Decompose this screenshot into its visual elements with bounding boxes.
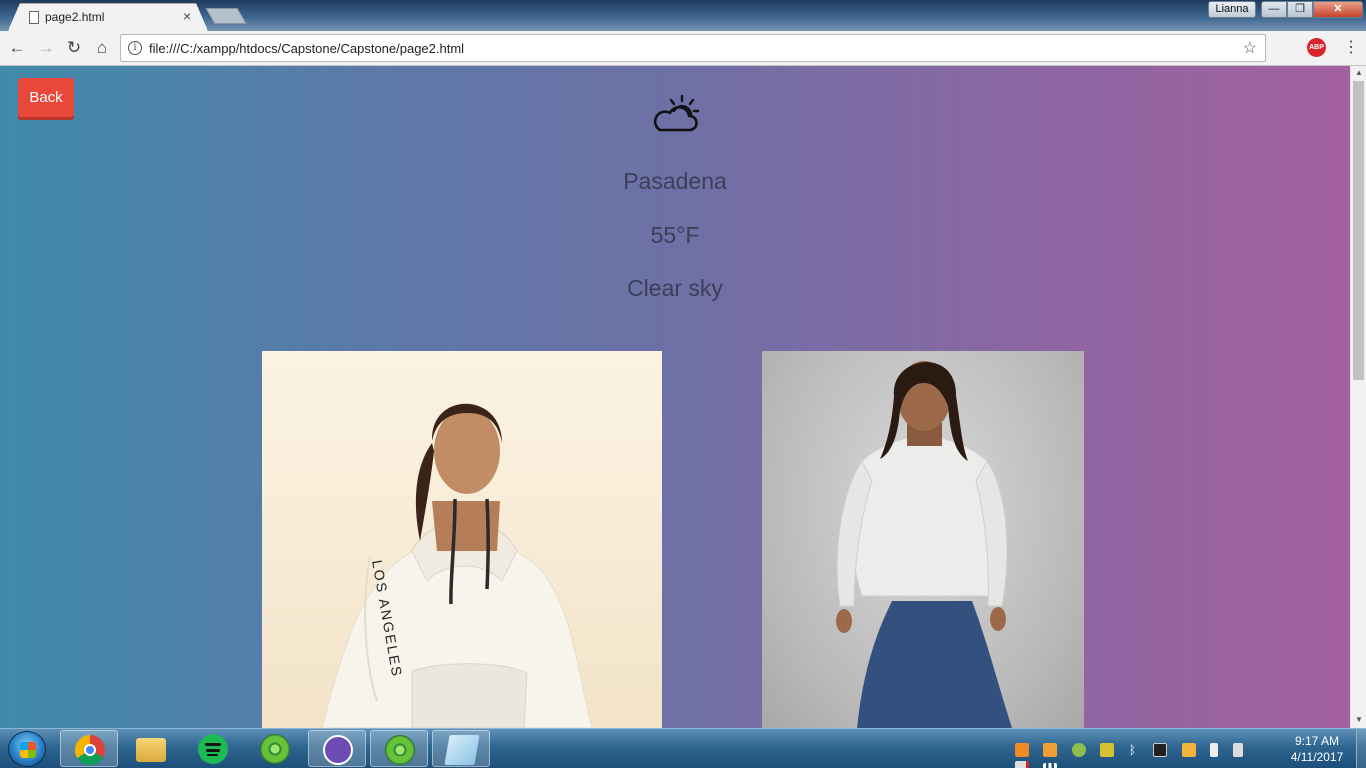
chrome-icon (75, 735, 105, 765)
close-window-button[interactable]: ✕ (1313, 1, 1363, 18)
city-name: Pasadena (623, 168, 727, 194)
home-icon[interactable]: ⌂ (91, 37, 113, 59)
scroll-down-icon[interactable]: ▼ (1351, 715, 1366, 724)
forward-arrow-icon[interactable]: → (35, 37, 57, 59)
github-desktop-icon (323, 735, 353, 765)
taskbar-spotify[interactable] (184, 730, 242, 767)
taskbar-atom-2[interactable] (370, 730, 428, 767)
scroll-up-icon[interactable]: ▲ (1351, 68, 1366, 77)
browser-titlebar: page2.html × Lianna — ❐ ✕ (0, 0, 1366, 31)
windows-taskbar: ᛒ 9:17 AM 4/11/2017 (0, 728, 1366, 768)
volume-muted-icon[interactable] (1232, 742, 1243, 757)
weather-condition: Clear sky (627, 275, 723, 301)
notepad-icon (444, 735, 480, 765)
tray-icon[interactable] (1100, 742, 1115, 757)
browser-toolbar: ← → ↻ ⌂ i file:///C:/xampp/htdocs/Capsto… (0, 31, 1366, 66)
temperature: 55°F (650, 222, 700, 248)
address-bar[interactable]: i file:///C:/xampp/htdocs/Capstone/Capst… (120, 34, 1266, 62)
outfit-photo: LOS ANGELES (262, 351, 662, 728)
tray-icon[interactable] (1181, 742, 1196, 757)
back-arrow-icon[interactable]: ← (6, 37, 28, 59)
minimize-button[interactable]: — (1261, 1, 1287, 18)
windows-logo-icon (20, 742, 36, 758)
adblock-extension-icon[interactable]: ABP (1307, 38, 1326, 57)
show-desktop-button[interactable] (1356, 729, 1366, 768)
tab-page2[interactable]: page2.html × (8, 3, 208, 31)
info-icon[interactable]: i (128, 41, 142, 55)
network-alert-icon[interactable] (1015, 760, 1029, 768)
maximize-button[interactable]: ❐ (1287, 1, 1313, 18)
signal-icon[interactable] (1043, 762, 1058, 768)
outfit-photo (762, 351, 1084, 728)
taskbar-atom[interactable] (246, 730, 304, 767)
taskbar-clock[interactable]: 9:17 AM 4/11/2017 (1283, 733, 1351, 765)
reload-icon[interactable]: ↻ (63, 37, 85, 59)
partly-cloudy-day-icon (653, 94, 700, 132)
clock-time: 9:17 AM (1294, 734, 1340, 748)
spotify-icon (198, 734, 228, 764)
battery-icon[interactable] (1210, 742, 1219, 757)
url-text[interactable]: file:///C:/xampp/htdocs/Capstone/Capston… (149, 41, 464, 56)
tray-icon[interactable] (1043, 742, 1058, 757)
taskbar-chrome[interactable] (60, 730, 118, 767)
tab-title: page2.html (45, 10, 105, 24)
xampp-tray-icon[interactable] (1015, 742, 1029, 757)
scroll-thumb[interactable] (1353, 81, 1364, 380)
system-tray: ᛒ (1015, 741, 1277, 768)
start-button[interactable] (8, 731, 46, 767)
taskbar-notepad[interactable] (432, 730, 490, 767)
clock-date: 4/11/2017 (1290, 750, 1344, 764)
page-icon (29, 11, 39, 24)
back-button[interactable]: Back (18, 78, 74, 117)
tray-icon[interactable] (1071, 742, 1086, 757)
new-tab-button[interactable] (205, 8, 247, 24)
browser-menu-icon[interactable]: ⋮ (1343, 36, 1359, 60)
tab-close-icon[interactable]: × (183, 8, 191, 24)
bookmark-star-icon[interactable]: ☆ (1243, 38, 1257, 58)
taskbar-github-desktop[interactable] (308, 730, 366, 767)
page-scrollbar[interactable]: ▲ ▼ (1350, 66, 1366, 728)
atom-icon (260, 734, 290, 764)
atom-icon (385, 735, 415, 765)
profile-button[interactable]: Lianna (1208, 1, 1256, 18)
file-explorer-icon (136, 738, 166, 762)
taskbar-file-explorer[interactable] (122, 730, 180, 767)
tray-icon[interactable] (1153, 742, 1168, 757)
bluetooth-icon[interactable]: ᛒ (1129, 743, 1139, 757)
page-viewport: Back Pasadena 55°F Clear sky LOS ANGELES (0, 66, 1350, 728)
